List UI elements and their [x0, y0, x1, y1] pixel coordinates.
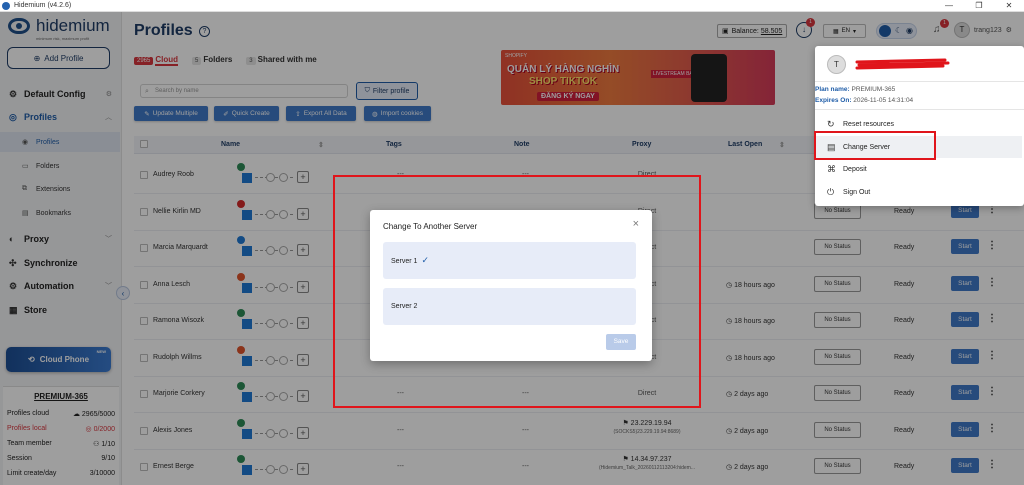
expires-row: Expires On: 2026-11-05 14:31:04	[815, 97, 913, 104]
plan-name-value: PREMIUM-365	[851, 86, 896, 93]
server-label: Server 2	[391, 303, 418, 310]
deposit-item[interactable]: ⌘ Deposit	[815, 158, 1022, 180]
expires-label: Expires On:	[815, 97, 852, 104]
save-button[interactable]: Save	[606, 334, 636, 350]
expires-value: 2026-11-05 14:31:04	[853, 97, 914, 104]
close-window-button[interactable]: ✕	[994, 0, 1024, 12]
menu-item-label: Reset resources	[843, 120, 894, 128]
annotation-highlight-box	[814, 131, 936, 160]
deposit-icon: ⌘	[827, 163, 836, 174]
change-server-modal: Change To Another Server × Server 1 ✓ Ser…	[370, 210, 652, 361]
check-icon: ✓	[421, 255, 430, 265]
avatar: T	[827, 55, 846, 74]
divider	[815, 109, 1024, 110]
plan-name-row: Plan name: PREMIUM-365	[815, 86, 895, 93]
close-icon[interactable]: ×	[633, 218, 639, 230]
app-icon	[2, 1, 10, 10]
plan-name-label: Plan name:	[815, 86, 850, 93]
menu-item-label: Sign Out	[843, 188, 871, 196]
server-option-2[interactable]: Server 2	[383, 288, 636, 325]
divider	[815, 81, 1024, 82]
modal-title: Change To Another Server	[383, 222, 478, 231]
window-titlebar: Hidemium (v4.2.6) — ❐ ✕	[0, 0, 1024, 12]
minimize-button[interactable]: —	[934, 0, 964, 12]
menu-item-label: Deposit	[843, 165, 867, 173]
sign-out-item[interactable]: ⏻ Sign Out	[815, 181, 1022, 203]
maximize-button[interactable]: ❐	[964, 0, 994, 12]
window-title: Hidemium (v4.2.6)	[14, 2, 72, 9]
redacted-scribble	[855, 58, 950, 70]
server-label: Server 1	[391, 258, 418, 265]
window-controls: — ❐ ✕	[934, 0, 1024, 12]
refresh-icon: ↻	[827, 118, 835, 129]
user-dropdown-menu: T Plan name: PREMIUM-365 Expires On: 202…	[815, 46, 1024, 206]
server-option-1[interactable]: Server 1 ✓	[383, 242, 636, 279]
sign-out-icon: ⏻	[827, 186, 835, 197]
